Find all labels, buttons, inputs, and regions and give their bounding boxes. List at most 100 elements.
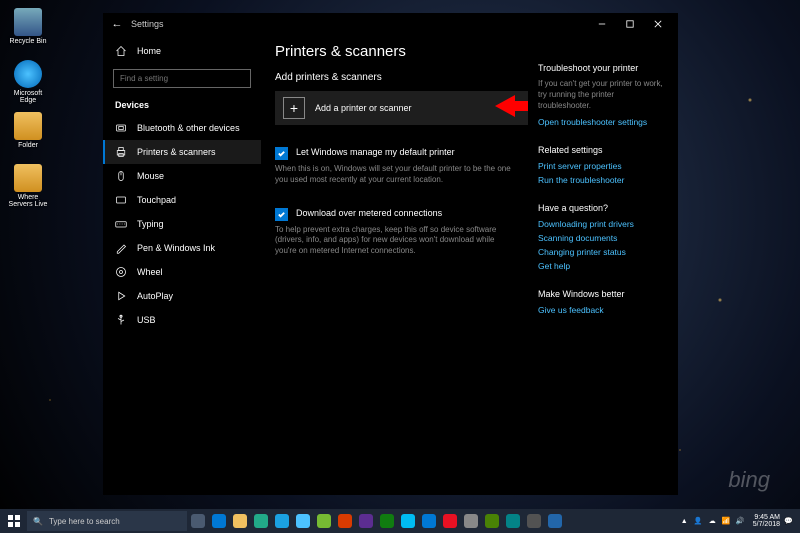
- close-button[interactable]: [644, 15, 672, 33]
- taskbar-app[interactable]: [356, 511, 376, 531]
- taskbar-app[interactable]: [524, 511, 544, 531]
- sidebar: Home Devices Bluetooth & other devices P…: [103, 35, 261, 495]
- autoplay-icon: [115, 290, 127, 302]
- add-section-heading: Add printers & scanners: [275, 72, 514, 83]
- taskbar-app[interactable]: [440, 511, 460, 531]
- system-tray: ▲ 👤 ☁ 📶 🔊 9:45 AM 5/7/2018 💬: [679, 514, 798, 528]
- taskbar-app[interactable]: [209, 511, 229, 531]
- question-heading: Have a question?: [538, 203, 668, 213]
- wheel-icon: [115, 266, 127, 278]
- taskbar-app[interactable]: [545, 511, 565, 531]
- checkbox-metered[interactable]: [275, 208, 288, 221]
- taskbar-app[interactable]: [272, 511, 292, 531]
- desktop-icon-where-servers[interactable]: Where Servers Live: [8, 164, 48, 208]
- sidebar-item-wheel[interactable]: Wheel: [103, 260, 261, 284]
- taskbar-app[interactable]: [230, 511, 250, 531]
- right-column: Troubleshoot your printer If you can't g…: [528, 35, 678, 495]
- taskbar-app[interactable]: [419, 511, 439, 531]
- tray-volume-icon[interactable]: 🔊: [735, 516, 746, 527]
- better-heading: Make Windows better: [538, 289, 668, 299]
- keyboard-icon: [115, 218, 127, 230]
- sidebar-item-label: Printers & scanners: [137, 147, 216, 157]
- link-download-drivers[interactable]: Downloading print drivers: [538, 219, 668, 229]
- plus-icon: +: [283, 97, 305, 119]
- settings-window: ← Settings Home Devices Bluetooth & othe…: [103, 13, 678, 495]
- main-content: Printers & scanners Add printers & scann…: [261, 35, 528, 495]
- link-get-help[interactable]: Get help: [538, 261, 668, 271]
- page-title: Printers & scanners: [275, 43, 514, 60]
- taskbar-search[interactable]: 🔍 Type here to search: [27, 511, 187, 531]
- home-icon: [115, 45, 127, 57]
- sidebar-home-label: Home: [137, 46, 161, 56]
- desktop-icon-folder[interactable]: Folder: [8, 112, 48, 149]
- sidebar-item-bluetooth[interactable]: Bluetooth & other devices: [103, 116, 261, 140]
- taskbar-clock[interactable]: 9:45 AM 5/7/2018: [753, 514, 780, 528]
- tray-onedrive-icon[interactable]: ☁: [707, 516, 718, 527]
- desktop-icon-recycle-bin[interactable]: Recycle Bin: [8, 8, 48, 45]
- bluetooth-icon: [115, 122, 127, 134]
- sidebar-item-touchpad[interactable]: Touchpad: [103, 188, 261, 212]
- pen-icon: [115, 242, 127, 254]
- back-button[interactable]: ←: [109, 18, 125, 30]
- option-description: To help prevent extra charges, keep this…: [275, 225, 514, 257]
- troubleshoot-heading: Troubleshoot your printer: [538, 63, 668, 73]
- checkbox-label: Let Windows manage my default printer: [296, 147, 455, 157]
- add-printer-button[interactable]: + Add a printer or scanner: [275, 91, 528, 125]
- touchpad-icon: [115, 194, 127, 206]
- maximize-button[interactable]: [616, 15, 644, 33]
- task-view-button[interactable]: [188, 511, 208, 531]
- sidebar-item-label: Pen & Windows Ink: [137, 243, 215, 253]
- sidebar-item-label: USB: [137, 315, 156, 325]
- link-printer-status[interactable]: Changing printer status: [538, 247, 668, 257]
- sidebar-item-label: Bluetooth & other devices: [137, 123, 240, 133]
- taskbar-app[interactable]: [377, 511, 397, 531]
- option-description: When this is on, Windows will set your d…: [275, 164, 514, 186]
- taskbar-app[interactable]: [398, 511, 418, 531]
- add-printer-label: Add a printer or scanner: [315, 103, 412, 113]
- printer-icon: [115, 146, 127, 158]
- sidebar-item-label: AutoPlay: [137, 291, 173, 301]
- related-heading: Related settings: [538, 145, 668, 155]
- link-run-troubleshooter[interactable]: Run the troubleshooter: [538, 175, 668, 185]
- tray-people-icon[interactable]: 👤: [693, 516, 704, 527]
- sidebar-item-printers[interactable]: Printers & scanners: [103, 140, 261, 164]
- taskbar-app[interactable]: [335, 511, 355, 531]
- sidebar-item-label: Wheel: [137, 267, 163, 277]
- sidebar-item-label: Touchpad: [137, 195, 176, 205]
- taskbar-search-placeholder: Type here to search: [49, 517, 120, 526]
- sidebar-item-usb[interactable]: USB: [103, 308, 261, 332]
- link-feedback[interactable]: Give us feedback: [538, 305, 668, 315]
- taskbar-app[interactable]: [503, 511, 523, 531]
- taskbar-app[interactable]: [461, 511, 481, 531]
- minimize-button[interactable]: [588, 15, 616, 33]
- start-button[interactable]: [2, 509, 26, 533]
- taskbar-app[interactable]: [293, 511, 313, 531]
- taskbar-app[interactable]: [314, 511, 334, 531]
- sidebar-item-autoplay[interactable]: AutoPlay: [103, 284, 261, 308]
- sidebar-item-mouse[interactable]: Mouse: [103, 164, 261, 188]
- taskbar-app[interactable]: [482, 511, 502, 531]
- desktop-icon-edge[interactable]: Microsoft Edge: [8, 60, 48, 104]
- search-input[interactable]: [113, 69, 251, 88]
- tray-network-icon[interactable]: 📶: [721, 516, 732, 527]
- mouse-icon: [115, 170, 127, 182]
- taskbar-app[interactable]: [251, 511, 271, 531]
- search-icon: 🔍: [33, 517, 43, 526]
- sidebar-item-label: Typing: [137, 219, 164, 229]
- link-print-server[interactable]: Print server properties: [538, 161, 668, 171]
- checkbox-label: Download over metered connections: [296, 208, 442, 218]
- taskbar: 🔍 Type here to search ▲ 👤 ☁ 📶 🔊 9:45 AM …: [0, 509, 800, 533]
- sidebar-item-typing[interactable]: Typing: [103, 212, 261, 236]
- sidebar-section-label: Devices: [103, 98, 261, 116]
- troubleshoot-desc: If you can't get your printer to work, t…: [538, 79, 668, 111]
- titlebar: ← Settings: [103, 13, 678, 35]
- checkbox-default-printer[interactable]: [275, 147, 288, 160]
- link-scanning[interactable]: Scanning documents: [538, 233, 668, 243]
- link-open-troubleshooter[interactable]: Open troubleshooter settings: [538, 117, 668, 127]
- sidebar-item-pen[interactable]: Pen & Windows Ink: [103, 236, 261, 260]
- sidebar-search[interactable]: [113, 69, 251, 88]
- tray-icon[interactable]: ▲: [679, 516, 690, 527]
- sidebar-home[interactable]: Home: [103, 39, 261, 63]
- sidebar-item-label: Mouse: [137, 171, 164, 181]
- tray-notifications-icon[interactable]: 💬: [783, 516, 794, 527]
